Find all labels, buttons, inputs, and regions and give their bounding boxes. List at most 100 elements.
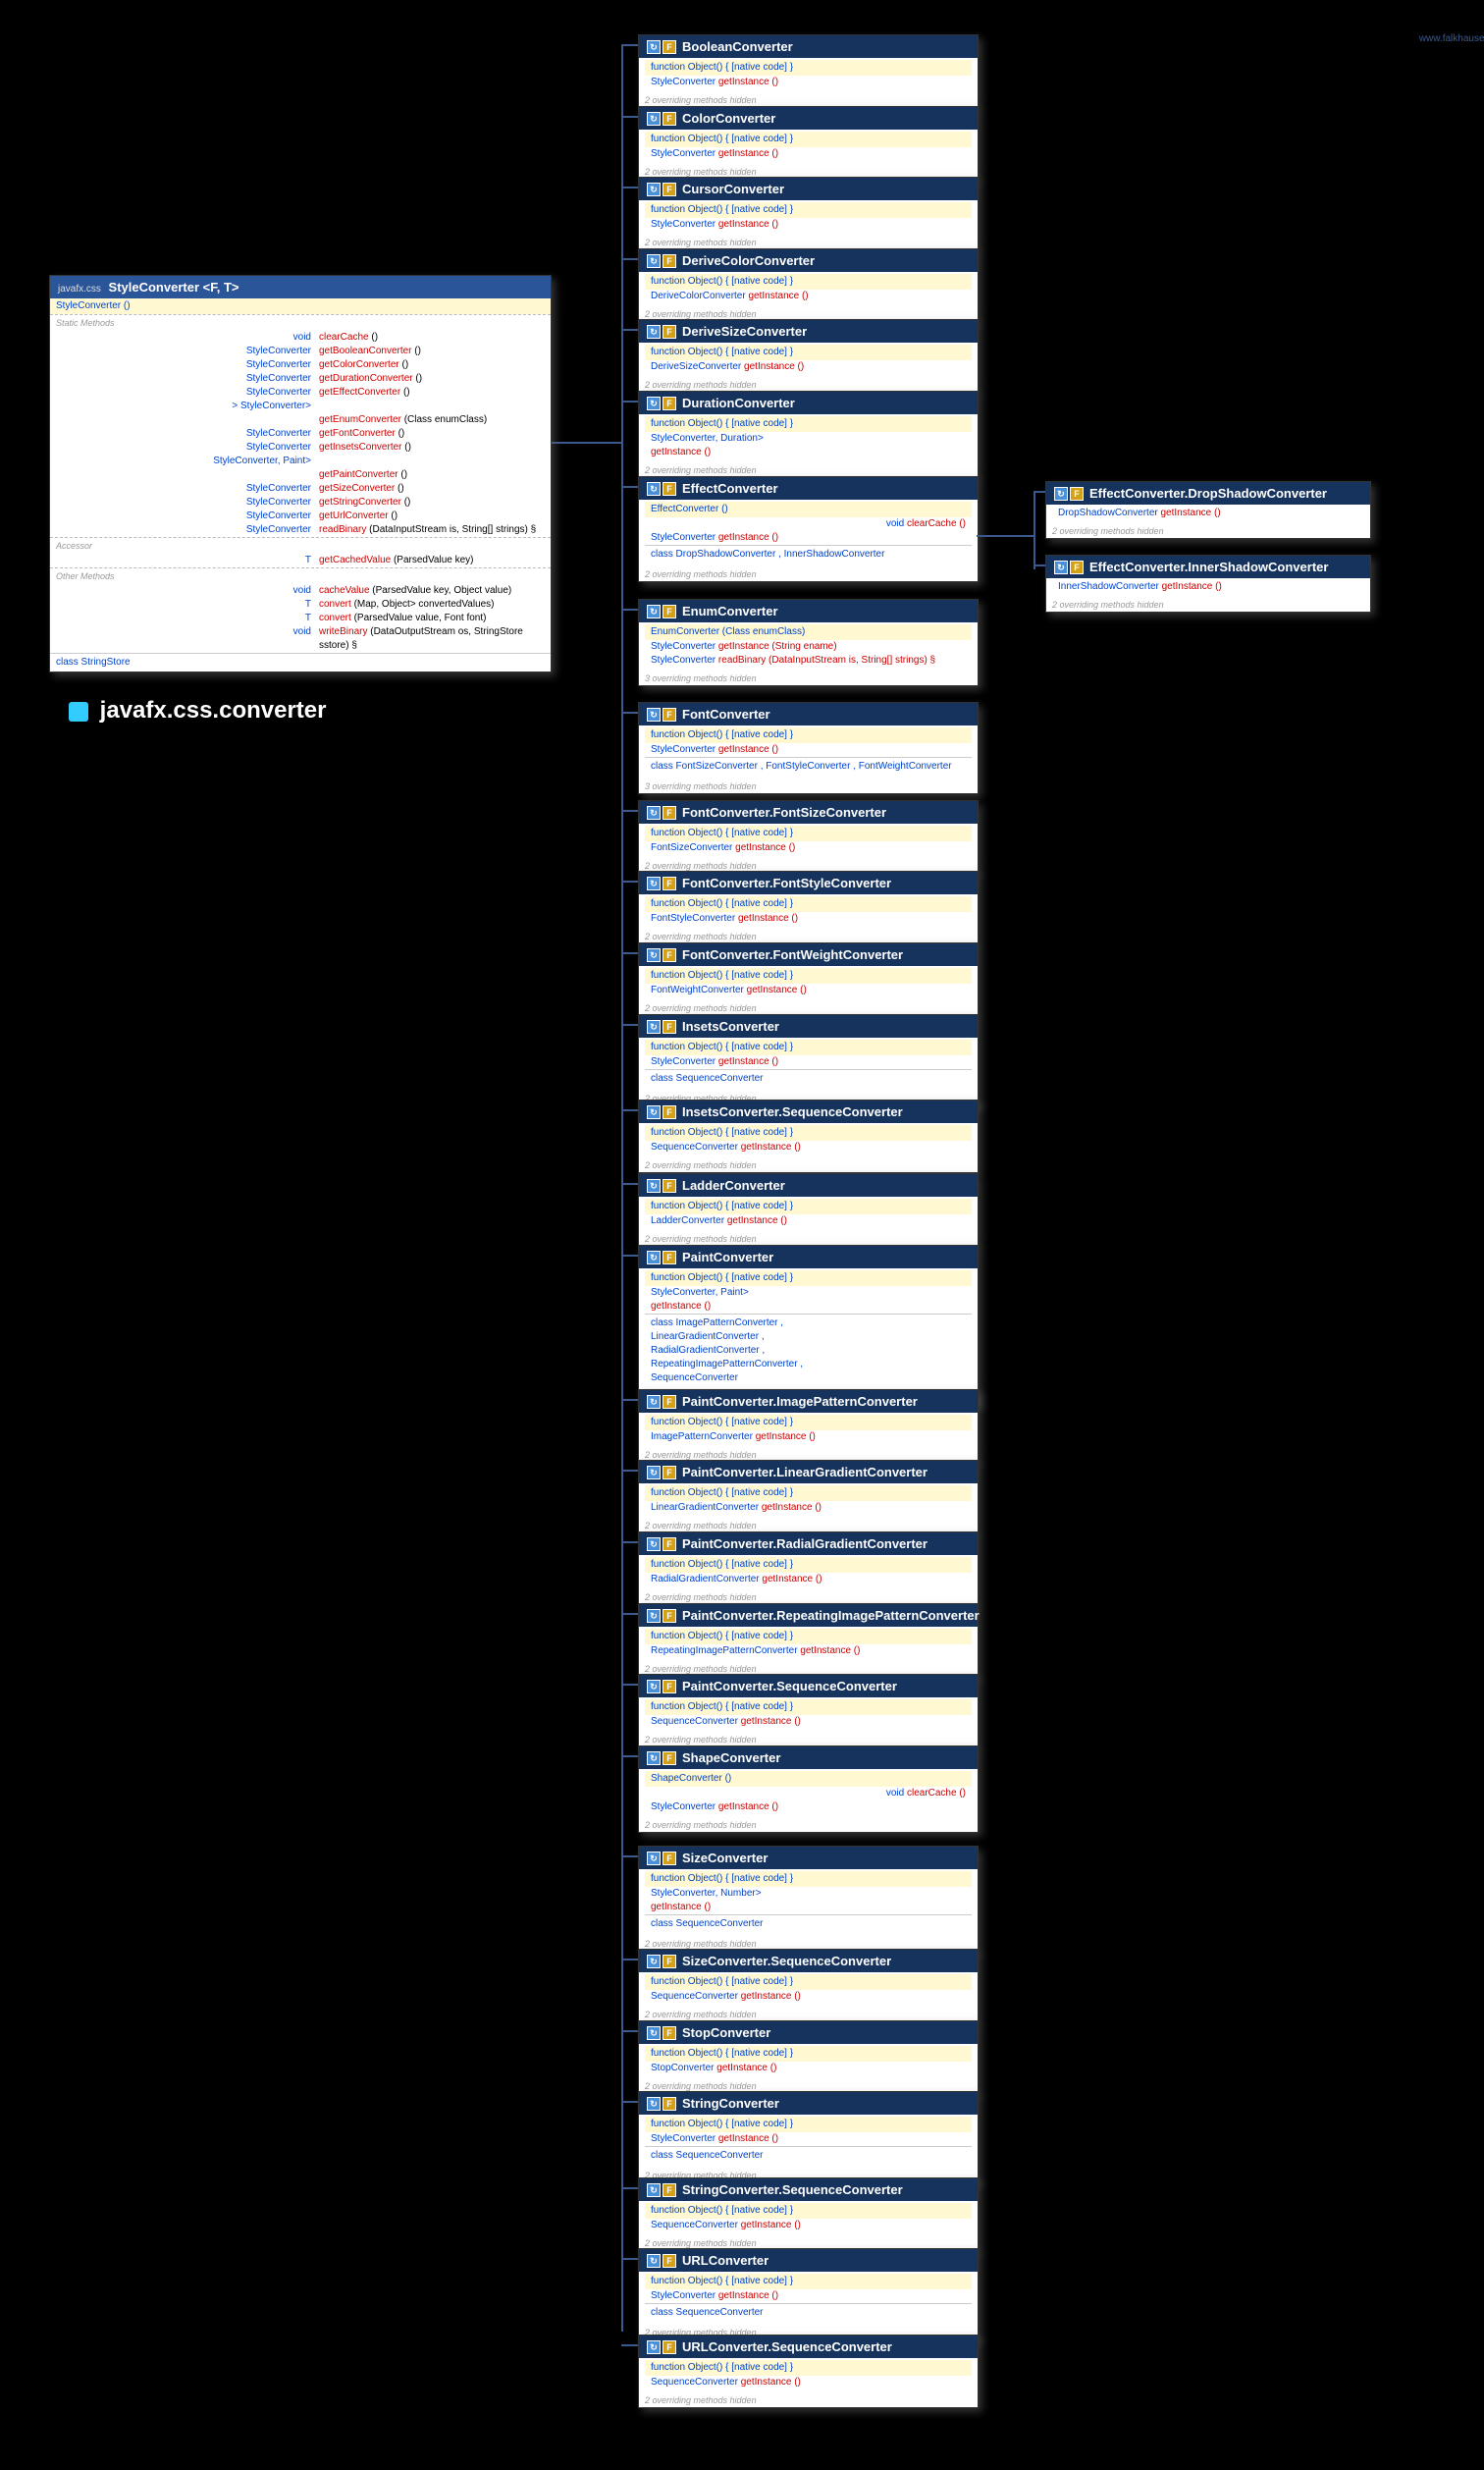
box-title: PaintConverter.SequenceConverter <box>682 1679 897 1693</box>
box-header: ↻F PaintConverter.SequenceConverter <box>639 1675 978 1697</box>
class-box: ↻FPaintConverter.LinearGradientConverter… <box>638 1460 979 1533</box>
box-header: ↻F ColorConverter <box>639 107 978 130</box>
box-title: StopConverter <box>682 2025 770 2040</box>
box-body: function Object() { [native code] }Style… <box>639 200 978 236</box>
package-text: javafx.css.converter <box>100 697 327 724</box>
class-icons: ↻F <box>647 1680 676 1693</box>
hidden-note: 2 overriding methods hidden <box>639 463 978 477</box>
class-box: ↻FPaintConverter.RepeatingImagePatternCo… <box>638 1603 979 1677</box>
connector-stub <box>1034 491 1045 493</box>
class-box-side: ↻FEffectConverter.InnerShadowConverterIn… <box>1045 555 1371 613</box>
box-header: ↻FInsetsConverter.SequenceConverter <box>639 1101 978 1123</box>
connector-stub <box>621 2030 638 2032</box>
section-other: Other Methods <box>50 567 551 584</box>
connector-stub <box>621 1684 638 1686</box>
box-body: function Object() { [native code] }Seque… <box>639 2201 978 2236</box>
class-box: ↻FFontConverter.FontWeightConverterfunct… <box>638 942 979 1016</box>
method-row: StyleConvertergetColorConverter () <box>50 358 551 372</box>
class-icons: ↻F <box>647 1179 676 1193</box>
class-box: ↻FStringConverterfunction Object() { [na… <box>638 2091 979 2183</box>
class-box: ↻FInsetsConverter.SequenceConverterfunct… <box>638 1100 979 1173</box>
hidden-note: 2 overriding methods hidden <box>639 1733 978 1746</box>
box-title: DeriveColorConverter <box>682 253 815 268</box>
box-body: function Object() { [native code] }Style… <box>639 58 978 93</box>
class-styleconverter: javafx.css StyleConverter <F, T> StyleCo… <box>49 275 552 672</box>
class-icons: ↻F <box>647 1251 676 1264</box>
box-body: function Object() { [native code] }Style… <box>639 2272 978 2326</box>
class-icons: ↻F <box>647 806 676 820</box>
method-row: StyleConvertergetDurationConverter () <box>50 372 551 386</box>
box-title: DurationConverter <box>682 396 795 410</box>
connector-stub <box>621 1470 638 1472</box>
method-row: getEnumConverter (Class enumClass) <box>50 413 551 427</box>
hidden-note: 2 overriding methods hidden <box>639 1590 978 1604</box>
box-header: ↻FURLConverter <box>639 2249 978 2272</box>
box-title: URLConverter.SequenceConverter <box>682 2339 892 2354</box>
section-static: Static Methods <box>50 314 551 331</box>
class-body: StyleConverter () Static Methods voidcle… <box>50 298 551 671</box>
box-header: ↻FCursorConverter <box>639 178 978 200</box>
class-box-side: ↻FEffectConverter.DropShadowConverterDro… <box>1045 481 1371 539</box>
box-title: FontConverter.FontWeightConverter <box>682 947 903 962</box>
connector-stub <box>621 187 638 188</box>
connector-stub <box>621 2187 638 2189</box>
class-icons: ↻F <box>647 877 676 890</box>
class-icons: ↻F <box>647 183 676 196</box>
method-row: Tconvert (ParsedValue value, Font font) <box>50 612 551 625</box>
box-header: ↻F DurationConverter <box>639 392 978 414</box>
box-body: DropShadowConverter getInstance () <box>1046 505 1370 524</box>
box-body: function Object() { [native code] }Image… <box>639 1413 978 1448</box>
method-row: StyleConverter, Paint> <box>50 455 551 468</box>
connector-stub <box>621 1541 638 1543</box>
box-header: ↻FDeriveSizeConverter <box>639 320 978 343</box>
box-body: function Object() { [native code] }Ladde… <box>639 1197 978 1232</box>
class-icons: ↻F <box>647 40 676 54</box>
connector-stub <box>621 712 638 714</box>
class-icons: ↻F <box>647 112 676 126</box>
box-title: StringConverter.SequenceConverter <box>682 2182 903 2197</box>
box-header: ↻FPaintConverter.RepeatingImagePatternCo… <box>639 1604 978 1627</box>
method-row: StyleConvertergetUrlConverter () <box>50 510 551 523</box>
class-box: ↻FInsetsConverterfunction Object() { [na… <box>638 1014 979 1106</box>
method-row: StyleConvertergetInsetsConverter () <box>50 441 551 455</box>
connector-stub <box>621 258 638 260</box>
method-row: StyleConvertergetBooleanConverter () <box>50 345 551 358</box>
box-header: ↻FStringConverter <box>639 2092 978 2115</box>
box-title: FontConverter.FontSizeConverter <box>682 805 886 820</box>
box-header: ↻FFontConverter <box>639 703 978 725</box>
box-header: ↻FPaintConverter.ImagePatternConverter <box>639 1390 978 1413</box>
class-icons: ↻F <box>647 1105 676 1119</box>
box-body: function Object() { [native code] }StopC… <box>639 2044 978 2079</box>
class-box: ↻FDeriveSizeConverterfunction Object() {… <box>638 319 979 393</box>
hidden-note: 2 overriding methods hidden <box>639 1232 978 1246</box>
connector-stub <box>621 1755 638 1757</box>
class-box: ↻FPaintConverter.SequenceConverterfuncti… <box>638 1674 979 1747</box>
class-icons: ↻F <box>647 2183 676 2197</box>
connector-stub <box>621 1399 638 1401</box>
connector-stub <box>621 329 638 331</box>
box-body: function Object() { [native code] }Radia… <box>639 1555 978 1590</box>
class-icons: ↻F <box>647 254 676 268</box>
connector-stub <box>621 486 638 488</box>
box-title: SizeConverter <box>682 1851 768 1865</box>
method-row: TgetCachedValue (ParsedValue key) <box>50 554 551 567</box>
class-box: ↻FEnumConverter EnumConverter (Class enu… <box>638 599 979 686</box>
hidden-note: 2 overriding methods hidden <box>639 1818 978 1832</box>
footer-link[interactable]: www.falkhausen.de <box>1419 33 1484 44</box>
class-box: ↻FSizeConverter.SequenceConverterfunctio… <box>638 1949 979 2022</box>
box-header: ↻FSizeConverter <box>639 1847 978 1869</box>
connector-stub <box>621 1255 638 1257</box>
class-icons: ↻F <box>647 325 676 339</box>
box-body: function Object() { [native code] }Style… <box>639 1268 978 1391</box>
connector-stub <box>621 2344 638 2346</box>
box-header: ↻FEnumConverter <box>639 600 978 622</box>
box-header: ↻FLadderConverter <box>639 1174 978 1197</box>
box-body: function Object() { [native code] }Repea… <box>639 1627 978 1662</box>
box-header: ↻F StringConverter.SequenceConverter <box>639 2178 978 2201</box>
box-body: ShapeConverter ()void clearCache ()Style… <box>639 1769 978 1818</box>
box-header: ↻FURLConverter.SequenceConverter <box>639 2336 978 2358</box>
class-icons: ↻F <box>647 397 676 410</box>
box-title: ColorConverter <box>682 111 775 126</box>
box-header: ↻FPaintConverter.LinearGradientConverter <box>639 1461 978 1483</box>
hidden-note: 2 overriding methods hidden <box>639 2008 978 2021</box>
